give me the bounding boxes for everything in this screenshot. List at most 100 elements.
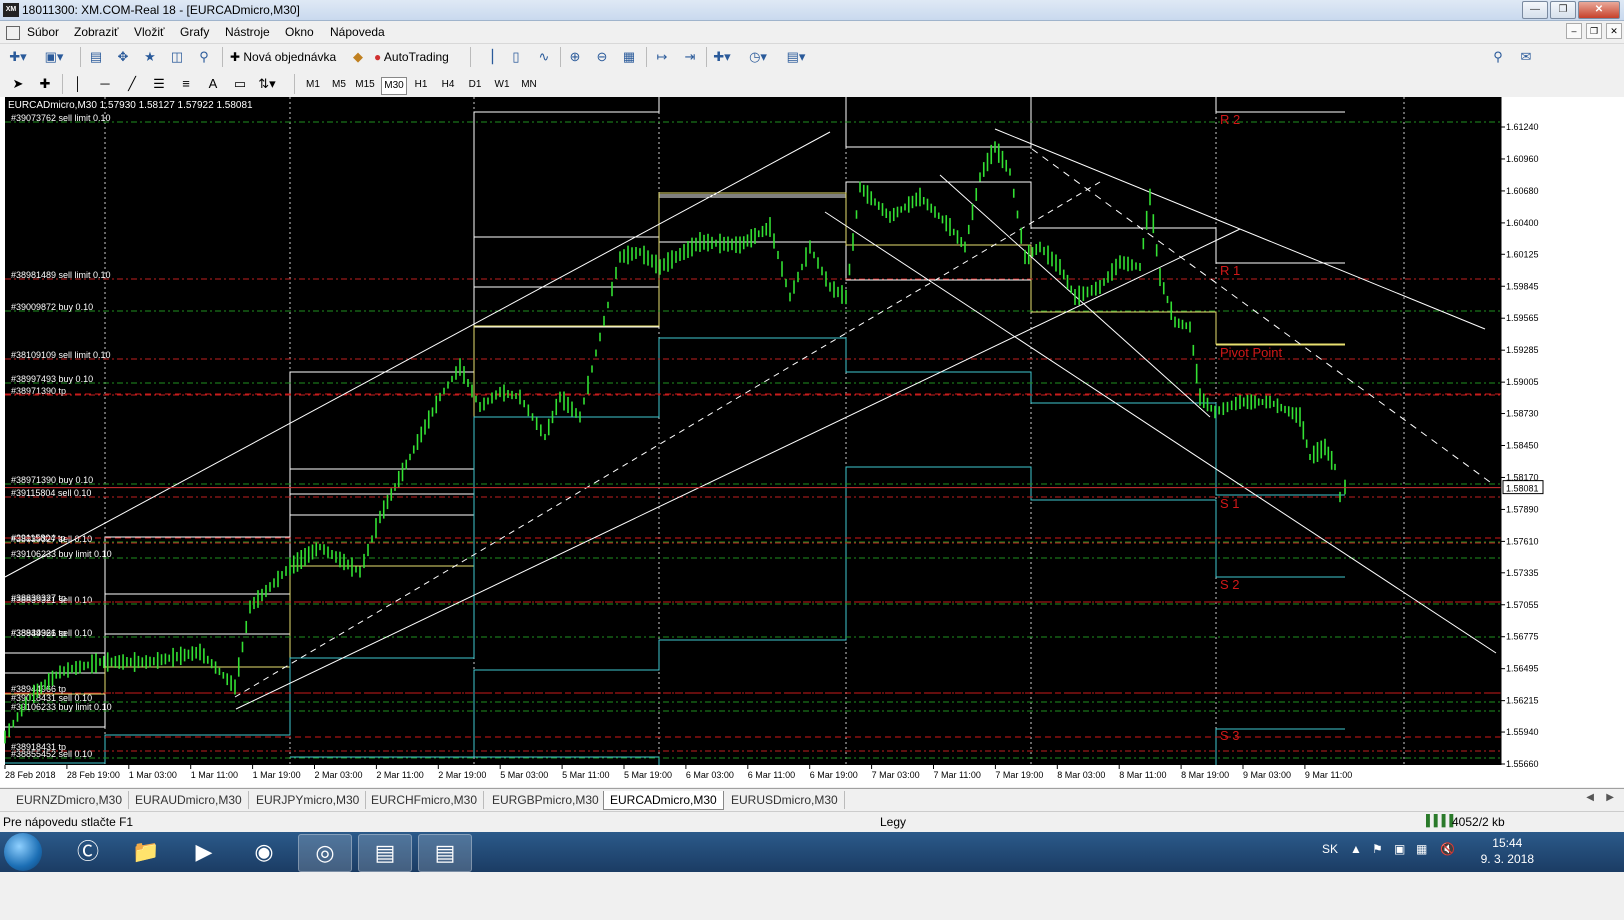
volume-muted-icon[interactable]: 🔇 — [1440, 842, 1455, 856]
tab-scroll-left-icon[interactable]: ◀ — [1586, 792, 1594, 803]
price-tick-label: 1.59285 — [1506, 345, 1539, 355]
maximize-button[interactable]: ❐ — [1550, 1, 1576, 19]
chat-icon[interactable]: ✉ — [1516, 47, 1536, 67]
text-label-icon[interactable]: ▭ — [230, 74, 250, 94]
periods-icon[interactable]: ◷▾ — [748, 47, 768, 67]
network-icon[interactable]: ▦ — [1416, 842, 1427, 856]
timeframe-m1[interactable]: M1 — [301, 77, 325, 93]
minimize-button[interactable]: — — [1522, 1, 1548, 19]
timeframe-m15[interactable]: M15 — [353, 77, 377, 93]
chrome-icon[interactable]: ◎ — [298, 834, 352, 872]
tab-eurchf[interactable]: EURCHFmicro,M30 — [365, 791, 485, 809]
arrows-icon[interactable]: ⇅▾ — [257, 74, 277, 94]
media-player-icon[interactable]: ▶ — [178, 834, 230, 870]
timeframe-mn[interactable]: MN — [517, 77, 541, 93]
menu-file[interactable]: Súbor — [27, 25, 59, 39]
price-tick-label: 1.60400 — [1506, 218, 1539, 228]
channel-icon[interactable]: ☰ — [149, 74, 169, 94]
chart-tabs: EURNZDmicro,M30 EURAUDmicro,M30 EURJPYmi… — [0, 788, 1624, 811]
timeframe-h4[interactable]: H4 — [436, 77, 460, 93]
clock-time: 15:44 — [1492, 836, 1523, 850]
chart-shift-icon[interactable]: ⇥ — [680, 47, 700, 67]
time-tick-label: 2 Mar 03:00 — [315, 770, 363, 780]
cursor-icon[interactable]: ➤ — [8, 74, 28, 94]
close-button[interactable]: ✕ — [1578, 1, 1620, 19]
price-tick-label: 1.59005 — [1506, 377, 1539, 387]
mt4-task-2-icon[interactable]: ▤ — [418, 834, 472, 872]
data-window-icon[interactable]: ✥ — [113, 47, 133, 67]
tab-scroll-right-icon[interactable]: ▶ — [1606, 792, 1614, 803]
strategy-tester-icon[interactable]: ⚲ — [194, 47, 214, 67]
tab-eurgbp[interactable]: EURGBPmicro,M30 — [486, 791, 606, 809]
menu-help[interactable]: Nápoveda — [330, 25, 385, 39]
tile-windows-icon[interactable]: ▦ — [619, 47, 639, 67]
mdi-restore-button[interactable]: ❐ — [1586, 23, 1602, 39]
pivot-label: S 1 — [1220, 496, 1240, 511]
tab-eurjpy[interactable]: EURJPYmicro,M30 — [250, 791, 367, 809]
timeframe-d1[interactable]: D1 — [463, 77, 487, 93]
pivot-label: R 2 — [1220, 112, 1240, 127]
navigator-icon[interactable]: ★ — [140, 47, 160, 67]
time-tick-label: 5 Mar 11:00 — [562, 770, 609, 780]
menu-view[interactable]: Zobraziť — [74, 25, 119, 39]
mt4-task-icon[interactable]: ▤ — [358, 834, 412, 872]
start-button[interactable] — [4, 833, 42, 871]
profiles-icon[interactable]: ▣▾ — [44, 47, 64, 67]
mdi-minimize-button[interactable]: – — [1566, 23, 1582, 39]
screen-bottom — [0, 872, 1624, 920]
line-chart-icon[interactable]: ∿ — [534, 47, 554, 67]
fibonacci-icon[interactable]: ≡ — [176, 74, 196, 94]
menu-tools[interactable]: Nástroje — [225, 25, 270, 39]
mdi-close-button[interactable]: ✕ — [1606, 23, 1622, 39]
auto-scroll-icon[interactable]: ↦ — [652, 47, 672, 67]
current-price-label: 1.58081 — [1506, 484, 1539, 494]
text-icon[interactable]: A — [203, 74, 223, 94]
market-watch-icon[interactable]: ▤ — [86, 47, 106, 67]
candlesticks-icon[interactable]: ▯ — [506, 47, 526, 67]
flag-icon[interactable]: ⚑ — [1372, 842, 1383, 856]
metaeditor-icon[interactable]: ◆ — [348, 47, 368, 67]
price-tick-label: 1.57335 — [1506, 568, 1539, 578]
bar-chart-icon[interactable]: ▕ — [478, 47, 498, 67]
timeframe-m5[interactable]: M5 — [327, 77, 351, 93]
time-tick-label: 6 Mar 19:00 — [810, 770, 858, 780]
time-tick-label: 7 Mar 03:00 — [872, 770, 920, 780]
clock[interactable]: 15:44 9. 3. 2018 — [1481, 835, 1534, 867]
menu-insert[interactable]: Vložiť — [134, 25, 165, 39]
indicators-icon[interactable]: ✚▾ — [712, 47, 732, 67]
ie-icon[interactable]: Ⓒ — [62, 834, 114, 870]
templates-icon[interactable]: ▤▾ — [786, 47, 806, 67]
menu-charts[interactable]: Grafy — [180, 25, 209, 39]
tray-app-icon[interactable]: ▣ — [1394, 842, 1405, 856]
tray-expand-icon[interactable]: ▲ — [1350, 842, 1362, 856]
tab-eurnzd[interactable]: EURNZDmicro,M30 — [10, 791, 130, 809]
autotrading-button[interactable]: ● AutoTrading — [374, 47, 449, 67]
price-tick-label: 1.60960 — [1506, 154, 1539, 164]
crosshair-icon[interactable]: ✚ — [35, 74, 55, 94]
terminal-icon[interactable]: ◫ — [167, 47, 187, 67]
search-icon[interactable]: ⚲ — [1488, 47, 1508, 67]
status-profile: Legy — [880, 815, 907, 829]
timeframe-m30[interactable]: M30 — [381, 77, 407, 95]
standard-toolbar: ✚▾ ▣▾ ▤ ✥ ★ ◫ ⚲ ✚ Nová objednávka ◆ ● Au… — [0, 44, 1624, 70]
order-label: #39106233 buy limit 0.10 — [11, 549, 112, 559]
tab-eurcad[interactable]: EURCADmicro,M30 — [603, 791, 724, 810]
vertical-line-icon[interactable]: │ — [68, 74, 88, 94]
zoom-in-icon[interactable]: ⊕ — [565, 47, 585, 67]
tab-eurusd[interactable]: EURUSDmicro,M30 — [725, 791, 845, 809]
horizontal-line-icon[interactable]: ─ — [95, 74, 115, 94]
timeframe-h1[interactable]: H1 — [409, 77, 433, 93]
new-chart-icon[interactable]: ✚▾ — [8, 47, 28, 67]
menu-window[interactable]: Okno — [285, 25, 314, 39]
zoom-out-icon[interactable]: ⊖ — [592, 47, 612, 67]
tab-euraud[interactable]: EURAUDmicro,M30 — [129, 791, 249, 809]
trendline-icon[interactable]: ╱ — [122, 74, 142, 94]
language-indicator[interactable]: SK — [1322, 842, 1338, 856]
chart-window-icon[interactable] — [6, 26, 20, 40]
price-chart[interactable]: #39073762 sell limit 0.10 #38981489 sell … — [0, 97, 1624, 787]
new-order-button[interactable]: ✚ Nová objednávka — [230, 47, 336, 67]
timeframe-w1[interactable]: W1 — [490, 77, 514, 93]
explorer-icon[interactable]: 📁 — [120, 834, 172, 870]
firefox-icon[interactable]: ◉ — [238, 834, 290, 870]
order-label: #38855452 sell 0.10 — [11, 749, 92, 759]
